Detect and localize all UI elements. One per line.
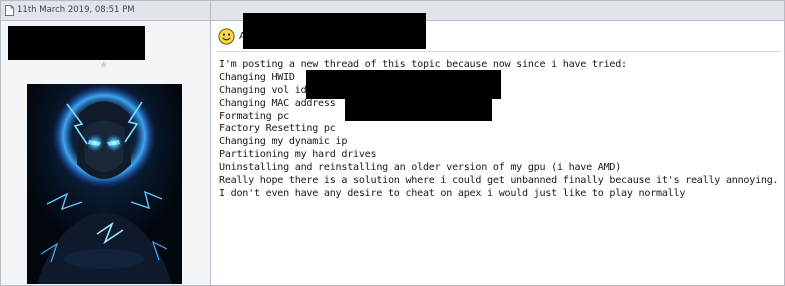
redacted-mac [345, 99, 492, 121]
body-line: Changing my dynamic ip [219, 136, 348, 148]
avatar-image [27, 84, 182, 284]
redacted-username [8, 26, 145, 60]
body-line: I don't even have any desire to cheat on… [219, 187, 686, 199]
title-divider [217, 51, 782, 52]
redacted-title [243, 13, 426, 49]
star-icon: ★ [99, 60, 108, 71]
post-content-column: A I'm posting a new thread of this topic… [211, 13, 784, 285]
smiley-icon [218, 28, 235, 45]
body-line: Uninstalling and reinstalling an older v… [219, 162, 622, 174]
redacted-hwid [306, 70, 501, 99]
forum-post: 11th March 2019, 08:51 PM ★ I'm posting … [0, 0, 785, 286]
body-line: Really hope there is a solution where i … [219, 175, 779, 187]
body-line: Factory Resetting pc [219, 123, 336, 135]
body-line: Partitioning my hard drives [219, 149, 377, 161]
header-divider [210, 1, 211, 20]
post-date: 11th March 2019, 08:51 PM [17, 5, 135, 15]
user-info-column: ★ [1, 21, 211, 285]
body-line: Formating pc [219, 110, 289, 122]
post-icon [5, 5, 14, 16]
body-line: Changing MAC address [219, 97, 336, 109]
avatar[interactable] [27, 84, 182, 284]
